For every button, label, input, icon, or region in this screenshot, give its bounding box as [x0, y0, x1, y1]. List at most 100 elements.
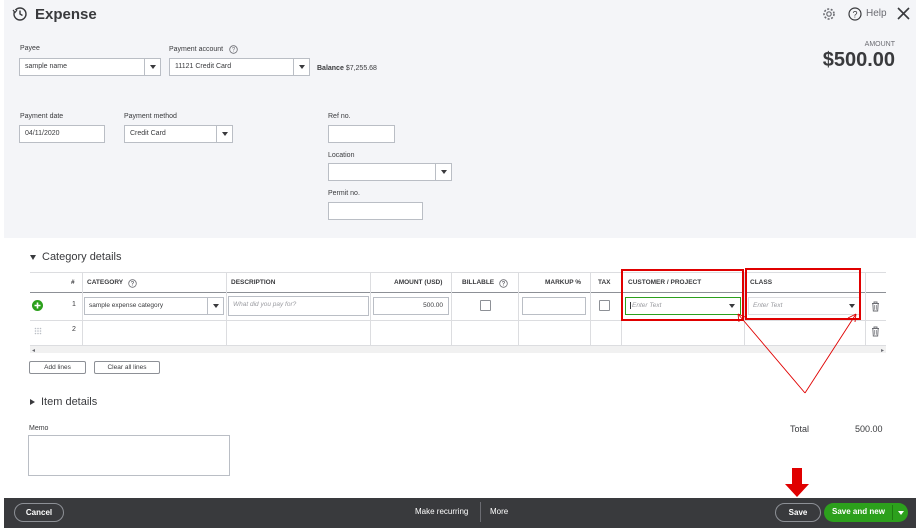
chevron-down-icon: [149, 65, 156, 69]
make-recurring-button[interactable]: Make recurring: [415, 507, 468, 516]
clear-all-lines-button[interactable]: Clear all lines: [94, 361, 160, 374]
cancel-button[interactable]: Cancel: [14, 503, 64, 522]
chevron-down-icon[interactable]: [898, 511, 904, 515]
frame-edge: [0, 0, 4, 530]
svg-text:?: ?: [502, 281, 506, 287]
add-row-icon[interactable]: [32, 300, 43, 311]
svg-text:?: ?: [852, 10, 857, 20]
col-divider: [590, 273, 591, 345]
info-icon[interactable]: ?: [499, 278, 508, 288]
col-header-description: DESCRIPTION: [231, 279, 276, 286]
trash-icon[interactable]: [871, 301, 880, 312]
category-select[interactable]: sample expense category: [84, 297, 224, 315]
trash-icon[interactable]: [871, 326, 880, 337]
payment-method-dropdown-caret[interactable]: [216, 126, 232, 142]
chevron-down-icon: [221, 132, 228, 136]
location-label: Location: [328, 152, 355, 159]
total-label: Total: [790, 424, 810, 434]
save-button[interactable]: Save: [775, 503, 821, 522]
tax-checkbox[interactable]: [599, 300, 610, 311]
amount-label: AMOUNT: [864, 41, 895, 48]
col-header-category[interactable]: CATEGORY ?: [87, 273, 137, 293]
chevron-down-icon: [212, 304, 219, 308]
expand-icon: [30, 399, 35, 405]
payee-dropdown-caret[interactable]: [144, 59, 160, 75]
payee-value: sample name: [25, 63, 68, 70]
annotation-down-arrow: [785, 468, 809, 497]
col-header-billable: BILLABLE ?: [462, 273, 508, 293]
drag-handle-icon[interactable]: [34, 327, 42, 335]
scroll-left-icon[interactable]: ◂: [32, 347, 35, 354]
info-icon[interactable]: ?: [229, 45, 238, 54]
more-button[interactable]: More: [490, 507, 508, 516]
payment-account-label-group: Payment account ?: [169, 45, 238, 54]
payment-method-select[interactable]: Credit Card: [124, 125, 233, 143]
amount-input[interactable]: 500.00: [373, 297, 449, 315]
balance-display: Balance $7,255.68: [317, 65, 377, 72]
recent-transactions-icon[interactable]: [12, 6, 28, 22]
col-divider: [82, 273, 83, 345]
payment-date-input[interactable]: 04/11/2020: [19, 125, 105, 143]
payment-account-select[interactable]: 11121 Credit Card: [169, 58, 310, 76]
gear-icon[interactable]: [822, 7, 836, 21]
balance-label: Balance: [317, 65, 344, 72]
category-details-title: Category details: [42, 251, 122, 263]
close-icon[interactable]: [896, 6, 911, 21]
permit-no-input[interactable]: [328, 202, 423, 220]
col-header-category-label: CATEGORY: [87, 279, 124, 286]
col-divider: [865, 273, 866, 345]
payment-account-label: Payment account: [169, 46, 224, 53]
payment-account-dropdown-caret[interactable]: [293, 59, 309, 75]
col-divider: [451, 273, 452, 345]
payee-select[interactable]: sample name: [19, 58, 161, 76]
scroll-right-icon[interactable]: ▸: [881, 347, 884, 354]
col-divider: [370, 273, 371, 345]
markup-input[interactable]: [522, 297, 586, 315]
payment-method-label: Payment method: [124, 113, 177, 120]
payment-account-value: 11121 Credit Card: [175, 63, 232, 70]
footer-divider: [480, 502, 481, 522]
payment-method-value: Credit Card: [130, 130, 166, 137]
row-number: 2: [72, 326, 76, 333]
col-divider: [226, 273, 227, 345]
chevron-down-icon: [298, 65, 305, 69]
payment-date-label: Payment date: [20, 113, 64, 120]
category-value: sample expense category: [89, 302, 164, 309]
collapse-icon: [30, 254, 36, 260]
total-value: 500.00: [855, 424, 883, 434]
billable-checkbox[interactable]: [480, 300, 491, 311]
payment-date-value: 04/11/2020: [25, 130, 60, 137]
category-details-toggle[interactable]: Category details: [30, 251, 122, 263]
page-title: Expense: [35, 6, 97, 23]
location-dropdown-caret[interactable]: [435, 164, 451, 180]
row-number: 1: [72, 301, 76, 308]
col-header-amount: AMOUNT (USD): [394, 279, 443, 286]
item-details-toggle[interactable]: Item details: [30, 396, 97, 408]
balance-value: $7,255.68: [345, 65, 377, 72]
help-icon[interactable]: ?: [848, 7, 862, 21]
split-divider: [892, 505, 893, 520]
description-input[interactable]: What did you pay for?: [228, 296, 369, 316]
svg-text:?: ?: [131, 281, 135, 287]
add-lines-button[interactable]: Add lines: [29, 361, 86, 374]
annotation-box-customer-project: [621, 269, 744, 321]
info-icon[interactable]: ?: [128, 278, 137, 288]
save-and-new-label: Save and new: [832, 507, 885, 516]
memo-textarea[interactable]: [28, 435, 230, 476]
location-select[interactable]: [328, 163, 452, 181]
amount-value: $500.00: [822, 49, 895, 71]
save-and-new-button[interactable]: Save and new: [824, 503, 908, 522]
col-header-tax: TAX: [598, 279, 611, 286]
col-header-billable-label: BILLABLE: [462, 279, 495, 286]
chevron-down-icon: [440, 170, 447, 174]
col-header-num: #: [71, 279, 75, 286]
ref-no-input[interactable]: [328, 125, 395, 143]
help-label[interactable]: Help: [866, 8, 887, 19]
category-dropdown-caret[interactable]: [207, 298, 223, 314]
col-header-markup: MARKUP %: [545, 279, 581, 286]
annotation-arrows: [737, 313, 857, 394]
item-details-title: Item details: [41, 396, 98, 408]
memo-label: Memo: [29, 425, 49, 432]
permit-no-label: Permit no.: [328, 190, 360, 197]
ref-no-label: Ref no.: [328, 113, 351, 120]
